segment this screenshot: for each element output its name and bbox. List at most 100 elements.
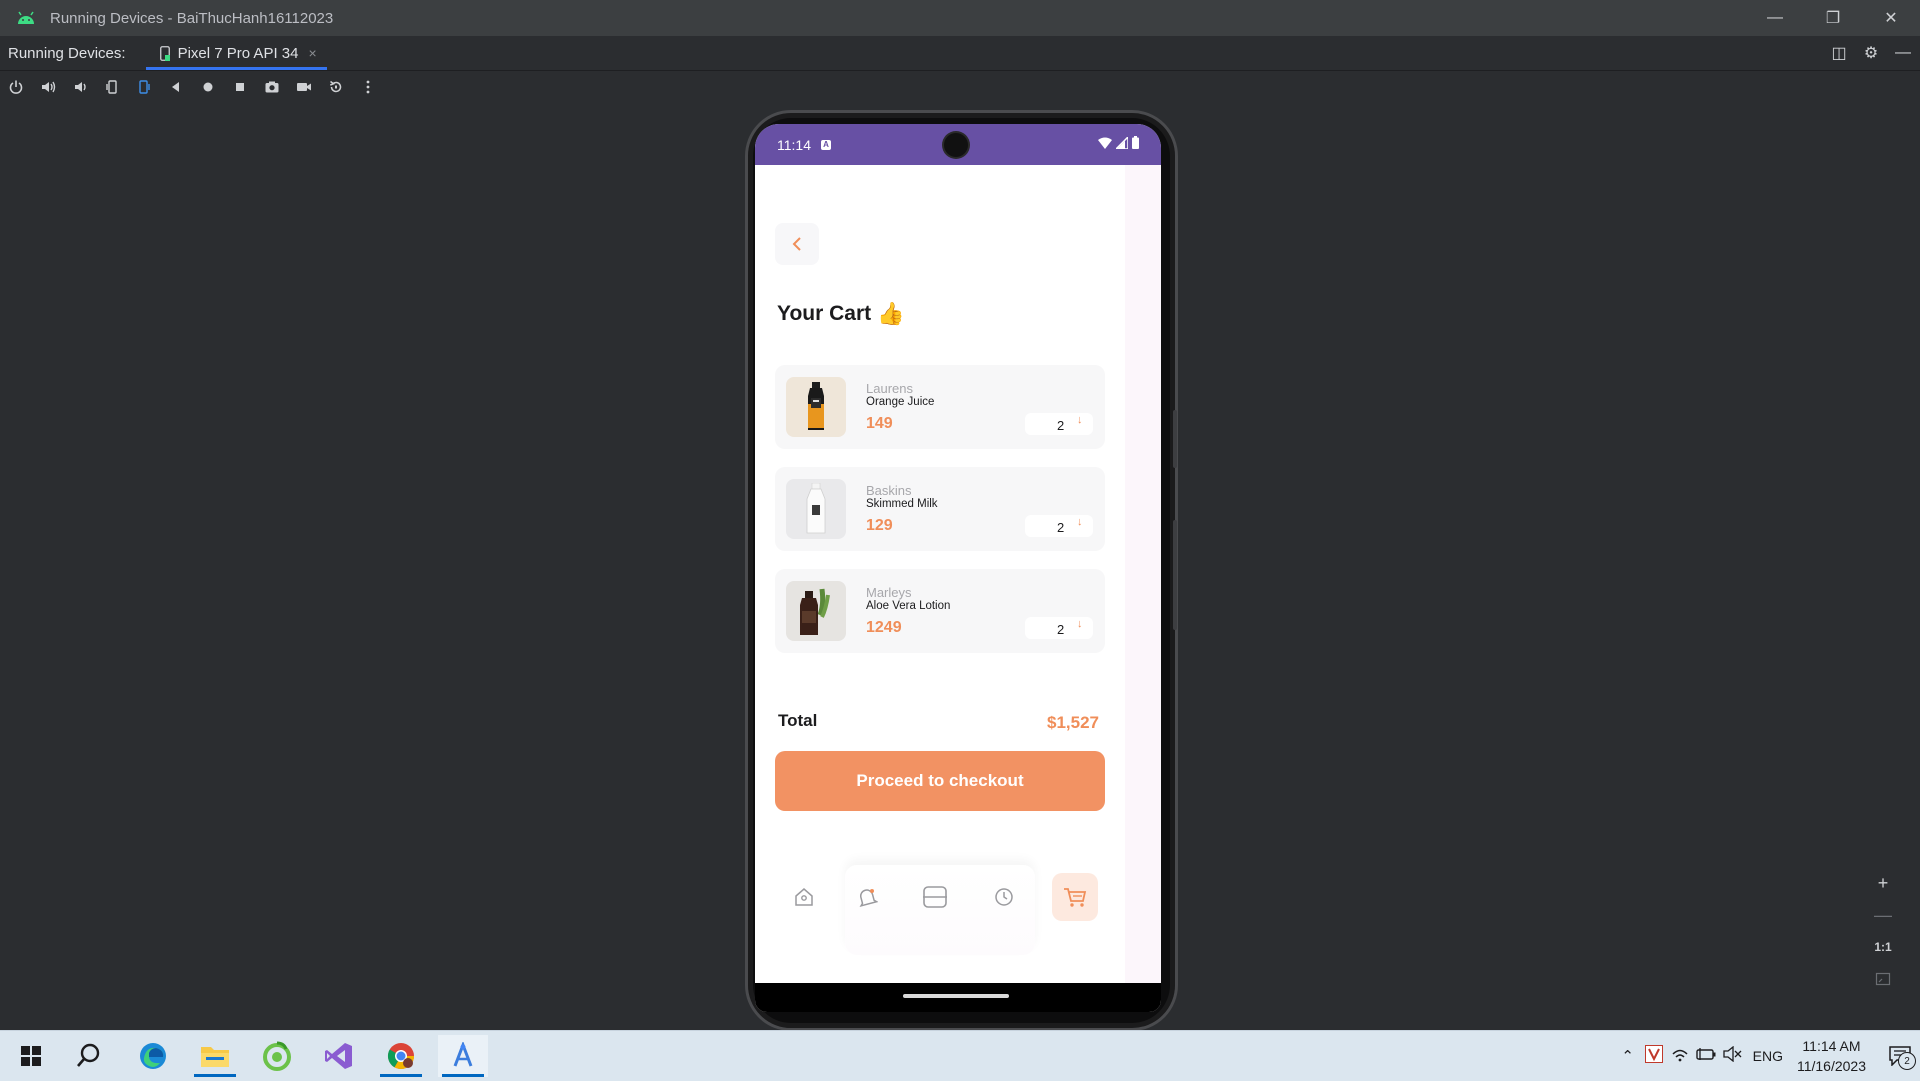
page-title-text: Your Cart xyxy=(777,302,872,325)
android-studio-icon[interactable] xyxy=(438,1035,488,1077)
quantity-dropdown-icon[interactable]: ↓ xyxy=(1077,414,1083,426)
app-green-icon[interactable] xyxy=(252,1035,302,1077)
battery-icon xyxy=(1132,136,1139,149)
screenshot-icon[interactable] xyxy=(256,73,288,101)
total-value: $1,527 xyxy=(1047,713,1099,732)
nav-history-icon[interactable] xyxy=(981,873,1027,921)
nav-bell-icon[interactable] xyxy=(844,873,890,921)
clock-date: 11/16/2023 xyxy=(1796,1058,1866,1074)
volume-down-icon[interactable] xyxy=(64,73,96,101)
show-hidden-icons-chevron-up-icon[interactable]: ⌃ xyxy=(1615,1047,1641,1065)
file-explorer-icon[interactable] xyxy=(190,1035,240,1077)
quantity-selector[interactable]: 2 ↓ xyxy=(1025,413,1093,435)
android-studio-logo-icon xyxy=(18,11,34,24)
battery-tray-icon[interactable] xyxy=(1693,1047,1719,1065)
status-time: 11:14 xyxy=(777,136,811,153)
notification-center-icon[interactable]: 2 xyxy=(1880,1036,1920,1076)
back-button[interactable] xyxy=(775,223,819,265)
quantity-value: 2 xyxy=(1057,622,1065,637)
item-name: Aloe Vera Lotion xyxy=(866,600,951,612)
phone-screen: 11:14 A Your Cart 👍 Laurens Orange Juice… xyxy=(755,124,1161,1012)
item-brand: Marleys xyxy=(866,585,912,600)
quantity-dropdown-icon[interactable]: ↓ xyxy=(1077,618,1083,630)
item-name: Skimmed Milk xyxy=(866,498,938,510)
cart-item[interactable]: Baskins Skimmed Milk 129 2 ↓ xyxy=(775,467,1105,551)
notification-count-badge: 2 xyxy=(1898,1052,1916,1070)
hide-panel-icon[interactable]: — xyxy=(1894,44,1912,62)
item-price: 1249 xyxy=(866,619,902,636)
quantity-value: 2 xyxy=(1057,520,1065,535)
reset-icon[interactable] xyxy=(320,73,352,101)
device-phone-icon xyxy=(159,45,170,61)
rotate-right-icon[interactable] xyxy=(128,73,160,101)
settings-gear-icon[interactable]: ⚙ xyxy=(1862,43,1880,63)
android-status-bar: 11:14 A xyxy=(755,124,1161,165)
quantity-dropdown-icon[interactable]: ↓ xyxy=(1077,516,1083,528)
window-title: Running Devices - BaiThucHanh16112023 xyxy=(50,9,334,27)
clock-time: 11:14 AM xyxy=(1802,1038,1861,1054)
restore-icon[interactable]: ❐ xyxy=(1804,0,1862,36)
running-devices-bar: Running Devices: Pixel 7 Pro API 34 × ◫ … xyxy=(0,36,1920,71)
item-brand: Baskins xyxy=(866,483,912,498)
volume-muted-icon[interactable] xyxy=(1719,1045,1745,1066)
power-icon[interactable] xyxy=(0,73,32,101)
close-tab-icon[interactable]: × xyxy=(308,45,316,61)
overview-icon[interactable] xyxy=(224,73,256,101)
nav-home-icon[interactable] xyxy=(781,873,827,921)
zoom-out-button[interactable]: — xyxy=(1870,902,1896,928)
minimize-icon[interactable]: — xyxy=(1746,0,1804,36)
device-tab-label: Pixel 7 Pro API 34 xyxy=(177,44,299,62)
layout-icon[interactable]: ◫ xyxy=(1830,43,1848,63)
phone-volume-button[interactable] xyxy=(1173,520,1177,630)
nav-scan-icon[interactable] xyxy=(912,873,958,921)
system-tray: ⌃ ENG 11:14 AM 11/16/2023 2 xyxy=(1615,1031,1920,1081)
zoom-in-button[interactable]: + xyxy=(1870,870,1896,896)
chevron-left-icon xyxy=(792,237,801,251)
item-brand: Laurens xyxy=(866,381,913,396)
chrome-icon[interactable] xyxy=(376,1035,426,1077)
bottom-navigation xyxy=(755,865,1125,955)
network-icon[interactable] xyxy=(1667,1046,1693,1066)
cart-item[interactable]: Laurens Orange Juice 149 2 ↓ xyxy=(775,365,1105,449)
rotate-left-icon[interactable] xyxy=(96,73,128,101)
quantity-selector[interactable]: 2 ↓ xyxy=(1025,617,1093,639)
page-title: Your Cart 👍 xyxy=(777,301,905,327)
back-icon[interactable] xyxy=(160,73,192,101)
zoom-actual-size-button[interactable]: 1:1 xyxy=(1870,934,1896,960)
total-label: Total xyxy=(778,711,818,730)
wifi-icon xyxy=(1098,137,1112,149)
running-devices-label: Running Devices: xyxy=(8,44,126,62)
close-icon[interactable]: ✕ xyxy=(1862,0,1920,36)
cart-item[interactable]: Marleys Aloe Vera Lotion 1249 2 ↓ xyxy=(775,569,1105,653)
item-name: Orange Juice xyxy=(866,396,935,408)
volume-up-icon[interactable] xyxy=(32,73,64,101)
device-tab-pixel-7-pro[interactable]: Pixel 7 Pro API 34 × xyxy=(145,36,327,70)
product-image-orange-juice xyxy=(786,377,846,437)
search-icon[interactable] xyxy=(64,1035,114,1077)
item-price: 149 xyxy=(866,415,893,432)
windows-start-icon[interactable] xyxy=(6,1035,56,1077)
taskbar-clock[interactable]: 11:14 AM 11/16/2023 xyxy=(1797,1036,1866,1076)
cart-screen: Your Cart 👍 Laurens Orange Juice 149 2 ↓… xyxy=(755,165,1125,983)
input-language[interactable]: ENG xyxy=(1753,1048,1783,1064)
app-edge-area xyxy=(1125,165,1161,983)
edge-icon[interactable] xyxy=(128,1035,178,1077)
nav-cart-icon[interactable] xyxy=(1052,873,1098,921)
home-gesture-handle[interactable] xyxy=(903,994,1009,998)
window-title-bar: Running Devices - BaiThucHanh16112023 — … xyxy=(0,0,1920,36)
screen-record-icon[interactable] xyxy=(288,73,320,101)
tray-app-v-icon[interactable] xyxy=(1641,1045,1667,1067)
product-image-aloe-vera-lotion xyxy=(786,581,846,641)
quantity-selector[interactable]: 2 ↓ xyxy=(1025,515,1093,537)
windows-taskbar: ⌃ ENG 11:14 AM 11/16/2023 2 xyxy=(0,1030,1920,1081)
home-icon[interactable] xyxy=(192,73,224,101)
product-image-skimmed-milk xyxy=(786,479,846,539)
front-camera xyxy=(944,133,968,157)
signal-icon xyxy=(1116,136,1128,149)
zoom-fit-icon[interactable] xyxy=(1870,966,1896,992)
item-price: 129 xyxy=(866,517,893,534)
visual-studio-icon[interactable] xyxy=(314,1035,364,1077)
phone-power-button[interactable] xyxy=(1173,410,1177,468)
more-icon[interactable] xyxy=(352,73,384,101)
checkout-button[interactable]: Proceed to checkout xyxy=(775,751,1105,811)
